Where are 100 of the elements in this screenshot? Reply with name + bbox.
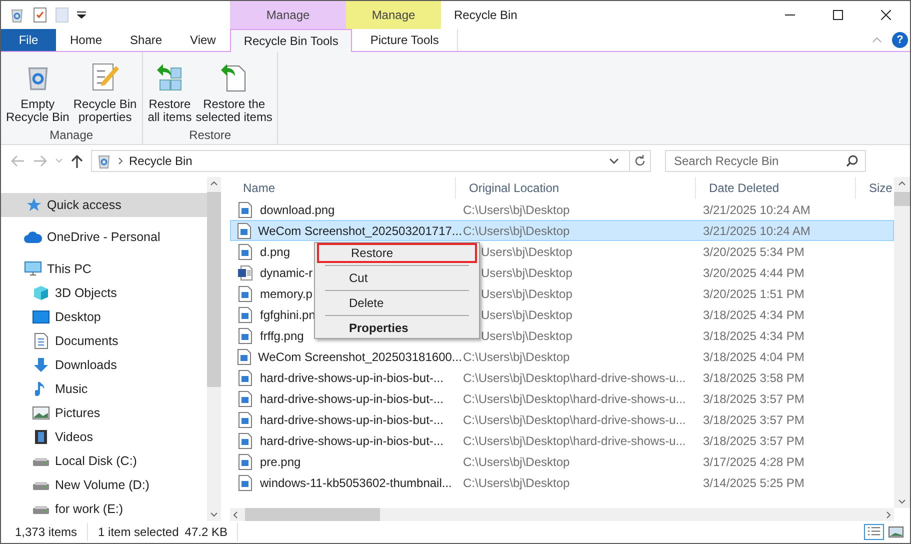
file-name[interactable]: WeCom Screenshot_202503201717...	[258, 222, 462, 240]
nav-item[interactable]: for work (E:)	[1, 497, 207, 521]
column-header[interactable]: Date Deleted	[696, 177, 856, 199]
file-name[interactable]: download.png	[260, 200, 335, 218]
ribbon-tab[interactable]: Home	[56, 29, 116, 51]
nav-item[interactable]: This PC	[1, 257, 207, 281]
ribbon-button[interactable]: Recycle Bin properties	[71, 60, 139, 124]
checklist-icon[interactable]	[33, 7, 47, 23]
nav-item[interactable]: Music	[1, 377, 207, 401]
scroll-right-icon[interactable]	[886, 510, 891, 518]
date-deleted: 3/17/2025 4:28 PM	[703, 454, 804, 468]
image-file-icon	[238, 412, 252, 428]
column-header[interactable]: Original Location	[456, 177, 696, 199]
image-file-icon	[238, 390, 252, 406]
search-field[interactable]: Search Recycle Bin	[665, 150, 866, 172]
scroll-up-icon[interactable]	[210, 181, 218, 186]
nav-item[interactable]: Quick access	[1, 193, 207, 217]
file-name[interactable]: hard-drive-shows-up-in-bios-but-...	[260, 410, 444, 428]
properties-pencil-icon	[90, 62, 120, 92]
date-deleted: 3/18/2025 3:58 PM	[703, 370, 804, 384]
ribbon-tab[interactable]: Picture Tools	[352, 29, 458, 51]
ribbon-button[interactable]: Restore the selected items	[194, 60, 274, 124]
scroll-down-icon[interactable]	[210, 512, 218, 517]
context-menu-item[interactable]: Cut	[317, 268, 477, 288]
file-name[interactable]: WeCom Screenshot_202503181600...	[258, 348, 462, 366]
ribbon-button[interactable]: Restore all items	[146, 60, 194, 124]
date-deleted: 3/18/2025 4:34 PM	[703, 328, 804, 342]
nav-item[interactable]: Local Disk (C:)	[1, 449, 207, 473]
close-icon[interactable]	[881, 10, 891, 20]
date-deleted: 3/20/2025 4:44 PM	[703, 266, 804, 280]
nav-item[interactable]: Desktop	[1, 305, 207, 329]
nav-item[interactable]: New Volume (D:)	[1, 473, 207, 497]
nav-item[interactable]: Documents	[1, 329, 207, 353]
file-name[interactable]: windows-11-kb5053602-thumbnail...	[260, 474, 452, 492]
address-field[interactable]: Recycle Bin	[91, 150, 651, 172]
dropdown-caret-icon[interactable]	[609, 158, 619, 164]
original-location: C:\Users\bj\Desktop	[463, 476, 570, 490]
nav-item[interactable]: Pictures	[1, 401, 207, 425]
date-deleted: 3/20/2025 5:34 PM	[703, 244, 804, 258]
pictures-icon	[32, 406, 50, 420]
ribbon-tab[interactable]: Recycle Bin Tools	[230, 29, 352, 52]
date-deleted: 3/18/2025 3:57 PM	[703, 392, 804, 406]
desktop-icon	[32, 310, 50, 324]
file-name[interactable]: dynamic-r	[260, 264, 313, 282]
ribbon-tab[interactable]: File	[1, 29, 56, 51]
selected-row[interactable]: WeCom Screenshot_202503201717...C:\Users\bj\Desktop 3/21/2025 10:24 AM	[230, 220, 894, 241]
nav-item[interactable]: 3D Objects	[1, 281, 207, 305]
help-icon[interactable]: ?	[892, 32, 908, 48]
document-icon	[34, 333, 48, 349]
scrollbar[interactable]	[894, 177, 910, 508]
file-name[interactable]: d.png	[260, 242, 290, 260]
file-name[interactable]: frffg.png	[260, 326, 304, 344]
image-file-icon	[237, 348, 251, 364]
scroll-down-icon[interactable]	[898, 499, 906, 504]
context-menu-item[interactable]: Restore	[317, 243, 477, 263]
scroll-up-icon[interactable]	[898, 181, 906, 186]
computer-icon	[24, 261, 42, 277]
file-name[interactable]: pre.png	[260, 452, 301, 470]
nav-item[interactable]: OneDrive - Personal	[1, 225, 207, 249]
file-name[interactable]: memory.p	[260, 284, 312, 302]
file-name[interactable]: hard-drive-shows-up-in-bios-but-...	[260, 432, 444, 450]
image-file-icon	[238, 306, 252, 322]
thumbnail-view-icon[interactable]	[888, 525, 904, 539]
ribbon-group-label: Restore	[189, 127, 232, 144]
window-title: Recycle Bin	[453, 7, 518, 24]
image-file-icon	[238, 202, 252, 218]
date-deleted: 3/18/2025 3:57 PM	[703, 434, 804, 448]
image-file-icon	[238, 244, 252, 260]
recycle-bin-icon	[96, 153, 112, 169]
ribbon-tab[interactable]: View	[176, 29, 230, 51]
drive-icon	[32, 503, 50, 515]
original-location: C:\Users\bj\Desktop\hard-drive-shows-u...	[463, 370, 686, 384]
nav-item[interactable]: Downloads	[1, 353, 207, 377]
date-deleted: 3/21/2025 10:24 AM	[703, 224, 810, 238]
file-name[interactable]: fgfghini.pn	[260, 306, 316, 324]
image-file-icon	[238, 474, 252, 490]
refresh-icon[interactable]	[634, 155, 646, 167]
maximize-icon[interactable]	[833, 10, 843, 20]
file-name[interactable]: hard-drive-shows-up-in-bios-but-...	[260, 390, 444, 408]
ribbon-button[interactable]: Empty Recycle Bin	[4, 60, 72, 124]
ribbon-tab[interactable]: Share	[116, 29, 176, 51]
context-menu-item[interactable]: Delete	[317, 293, 477, 313]
context-menu-item[interactable]: Properties	[317, 318, 477, 338]
original-location: C:\Users\bj\Desktop	[463, 224, 570, 238]
scroll-thumb[interactable]	[245, 508, 380, 521]
scroll-thumb[interactable]	[207, 192, 221, 387]
scroll-left-icon[interactable]	[233, 510, 238, 518]
original-location: Users\bj\Desktop	[481, 266, 572, 280]
date-deleted: 3/21/2025 10:24 AM	[703, 202, 810, 216]
cloud-icon	[24, 231, 42, 243]
details-view-icon[interactable]	[864, 524, 884, 540]
scroll-thumb[interactable]	[894, 192, 910, 206]
file-name[interactable]: hard-drive-shows-up-in-bios-but-...	[260, 368, 444, 386]
up-arrow-icon[interactable]	[71, 154, 83, 168]
column-header[interactable]: Name	[230, 177, 456, 199]
context-tab-header: Manage	[230, 1, 346, 29]
nav-item[interactable]: Videos	[1, 425, 207, 449]
drive-icon	[32, 479, 50, 491]
scrollbar[interactable]	[207, 177, 221, 521]
dropdown-icon[interactable]	[77, 11, 86, 19]
